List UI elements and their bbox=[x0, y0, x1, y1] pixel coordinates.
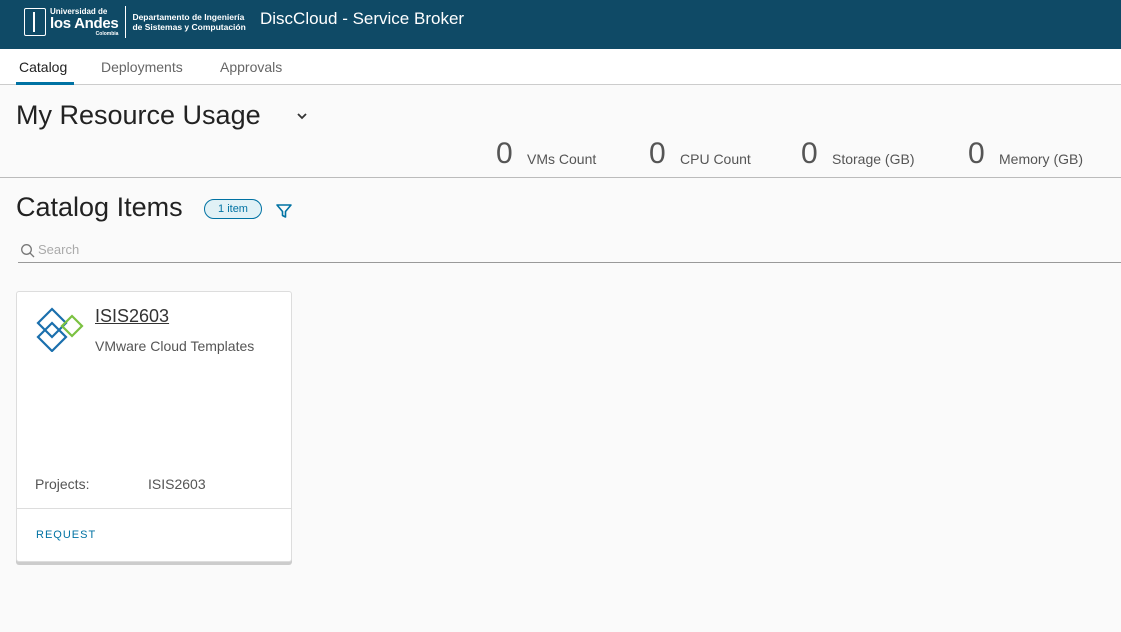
request-button[interactable]: REQUEST bbox=[36, 529, 96, 541]
vms-count-label: VMs Count bbox=[527, 151, 597, 167]
memory-value: 0 bbox=[968, 137, 985, 170]
storage-label: Storage (GB) bbox=[832, 151, 915, 167]
projects-value: ISIS2603 bbox=[148, 476, 206, 492]
university-name-main: los Andes bbox=[50, 14, 119, 32]
item-count-badge: 1 item bbox=[204, 199, 262, 219]
active-tab-indicator bbox=[16, 82, 74, 85]
cpu-count-value: 0 bbox=[649, 137, 666, 170]
top-header: Universidad de los Andes Colombia Depart… bbox=[0, 0, 1121, 49]
section-divider bbox=[0, 177, 1121, 178]
university-logo[interactable]: Universidad de los Andes Colombia Depart… bbox=[24, 4, 246, 40]
chevron-down-icon[interactable] bbox=[296, 110, 308, 122]
vms-count-value: 0 bbox=[496, 137, 513, 170]
tab-deployments[interactable]: Deployments bbox=[101, 59, 183, 75]
department-line-1: Departamento de Ingeniería bbox=[132, 12, 245, 22]
search-underline bbox=[18, 262, 1121, 263]
university-country: Colombia bbox=[95, 30, 119, 37]
catalog-item-card[interactable]: ISIS2603 VMware Cloud Templates Projects… bbox=[16, 291, 292, 562]
search-input[interactable] bbox=[38, 240, 1038, 258]
university-crest-icon bbox=[24, 8, 46, 36]
catalog-item-type: VMware Cloud Templates bbox=[95, 338, 255, 354]
university-name: Universidad de los Andes Colombia bbox=[50, 7, 119, 37]
logo-separator bbox=[125, 6, 127, 38]
department-name: Departamento de Ingeniería de Sistemas y… bbox=[132, 12, 245, 32]
filter-icon[interactable] bbox=[275, 202, 293, 220]
search-icon bbox=[21, 244, 35, 258]
vmware-cloud-template-icon bbox=[36, 307, 84, 352]
memory-label: Memory (GB) bbox=[999, 151, 1083, 167]
projects-label: Projects: bbox=[35, 476, 90, 492]
catalog-item-title-link[interactable]: ISIS2603 bbox=[95, 306, 169, 327]
tab-catalog[interactable]: Catalog bbox=[19, 59, 67, 75]
catalog-items-title: Catalog Items bbox=[16, 192, 183, 222]
cpu-count-label: CPU Count bbox=[680, 151, 751, 167]
department-line-2: de Sistemas y Computación bbox=[132, 22, 246, 32]
storage-value: 0 bbox=[801, 137, 818, 170]
app-title: DiscCloud - Service Broker bbox=[260, 9, 465, 28]
tab-approvals[interactable]: Approvals bbox=[220, 59, 282, 75]
resource-usage-title[interactable]: My Resource Usage bbox=[16, 100, 261, 131]
main-nav: Catalog Deployments Approvals bbox=[0, 49, 1121, 85]
card-footer-divider bbox=[17, 508, 291, 509]
